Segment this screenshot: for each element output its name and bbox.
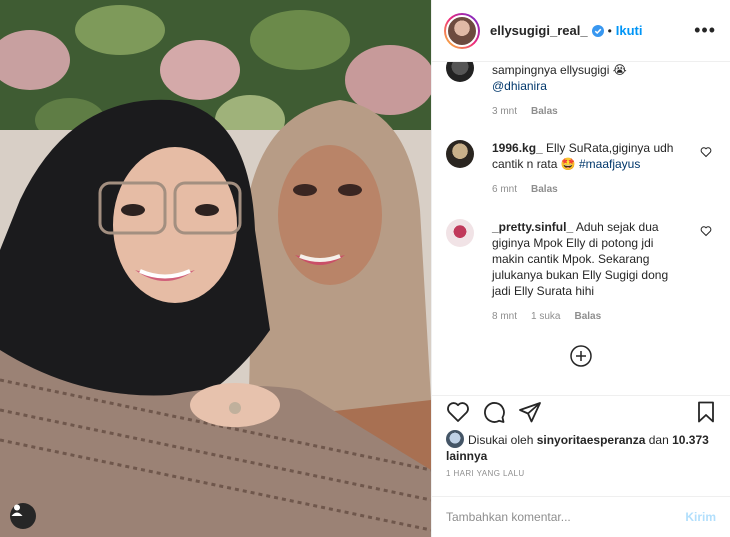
comment-body: sampingnya ellysugigi 😭 @dhianira 3 mnt … — [492, 62, 688, 120]
comment-username[interactable]: _pretty.sinful_ — [492, 220, 573, 234]
comment-icon[interactable] — [482, 400, 506, 424]
heart-icon[interactable] — [446, 400, 470, 424]
photo-illustration — [0, 0, 431, 537]
comment-avatar[interactable] — [446, 219, 474, 247]
hashtag-link[interactable]: #maafjayus — [579, 157, 640, 171]
follow-button[interactable]: Ikuti — [616, 23, 643, 38]
add-circle-icon[interactable] — [569, 344, 593, 368]
comment-username[interactable]: 1996.kg_ — [492, 141, 543, 155]
action-icons — [446, 400, 718, 424]
comment-input[interactable] — [446, 510, 686, 524]
likes-summary: Disukai oleh sinyoritaesperanza dan 10.3… — [446, 430, 716, 464]
comment-time: 8 mnt — [492, 311, 518, 322]
more-options-icon[interactable]: ••• — [694, 20, 716, 41]
comment-meta: 3 mnt Balas — [492, 104, 688, 120]
liker-username[interactable]: sinyoritaesperanza — [537, 433, 646, 447]
post-photo[interactable] — [0, 0, 431, 537]
comment-like-icon[interactable] — [700, 146, 712, 158]
comment-time: 3 mnt — [492, 106, 518, 117]
post-actions: Disukai oleh sinyoritaesperanza dan 10.3… — [432, 395, 730, 505]
comment-composer: Kirim — [432, 496, 730, 537]
user-tag-button[interactable] — [10, 503, 36, 529]
comment-text: 1996.kg_ Elly SuRata,giginya udh cantik … — [492, 141, 674, 171]
comment-avatar[interactable] — [446, 140, 474, 168]
comment-like-icon[interactable] — [700, 225, 712, 237]
reply-button[interactable]: Balas — [574, 309, 601, 325]
profile-avatar[interactable] — [444, 12, 480, 49]
comment-meta: 6 mnt Balas — [492, 182, 688, 198]
comment-body: 1996.kg_ Elly SuRata,giginya udh cantik … — [492, 140, 688, 198]
username-link[interactable]: ellysugigi_real_ — [490, 23, 588, 38]
comment-time: 6 mnt — [492, 184, 518, 195]
separator-dot: • — [607, 23, 612, 38]
mention-link[interactable]: @dhianira — [492, 79, 547, 93]
post-panel: ellysugigi_real_ • Ikuti ••• sampingnya … — [431, 0, 730, 537]
load-more-comments — [432, 344, 730, 368]
comment-text: sampingnya ellysugigi 😭 @dhianira — [492, 63, 627, 93]
comment-likes[interactable]: 1 suka — [531, 309, 560, 325]
comment-text: _pretty.sinful_ Aduh sejak dua giginya M… — [492, 220, 669, 298]
liker-avatar[interactable] — [446, 430, 464, 448]
verified-icon — [591, 24, 604, 37]
comment-meta: 8 mnt 1 suka Balas — [492, 309, 688, 325]
user-tag-icon — [11, 504, 23, 516]
comments-list[interactable]: sampingnya ellysugigi 😭 @dhianira 3 mnt … — [432, 62, 730, 395]
comment-avatar[interactable] — [446, 62, 474, 82]
bookmark-icon[interactable] — [694, 400, 718, 424]
share-icon[interactable] — [518, 400, 542, 424]
post-header: ellysugigi_real_ • Ikuti ••• — [432, 0, 730, 62]
send-button[interactable]: Kirim — [685, 510, 716, 524]
post-timestamp[interactable]: 1 HARI YANG LALU — [446, 469, 525, 478]
instagram-post: ellysugigi_real_ • Ikuti ••• sampingnya … — [0, 0, 730, 537]
comment-body: _pretty.sinful_ Aduh sejak dua giginya M… — [492, 219, 688, 325]
reply-button[interactable]: Balas — [531, 182, 558, 198]
reply-button[interactable]: Balas — [531, 104, 558, 120]
